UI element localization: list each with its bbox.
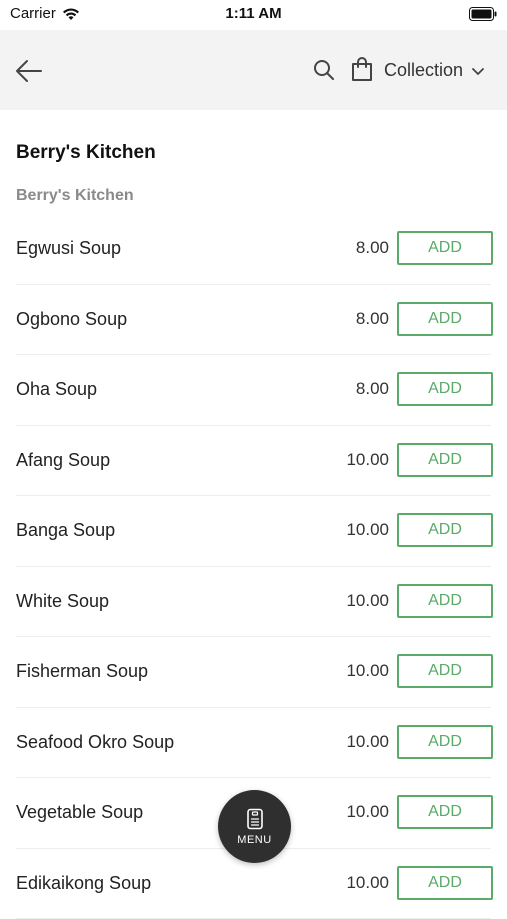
status-bar: Carrier 1:11 AM xyxy=(0,0,507,30)
collection-label: Collection xyxy=(384,60,463,81)
search-button[interactable] xyxy=(312,58,336,82)
add-button[interactable]: ADD xyxy=(397,513,493,547)
menu-item: White Soup 10.00 ADD xyxy=(0,567,507,638)
menu-book-icon xyxy=(246,808,264,830)
battery-icon xyxy=(469,7,497,26)
add-button[interactable]: ADD xyxy=(397,372,493,406)
add-button[interactable]: ADD xyxy=(397,725,493,759)
carrier-label: Carrier xyxy=(10,5,56,22)
wifi-icon xyxy=(62,7,80,21)
search-icon xyxy=(312,58,336,82)
item-name: Egwusi Soup xyxy=(16,238,121,259)
add-button[interactable]: ADD xyxy=(397,302,493,336)
item-name: Banga Soup xyxy=(16,520,115,541)
cart-button[interactable] xyxy=(350,56,374,82)
menu-item: Oha Soup 8.00 ADD xyxy=(0,355,507,426)
item-price: 8.00 xyxy=(356,238,389,258)
status-time: 1:11 AM xyxy=(225,5,281,22)
item-price: 10.00 xyxy=(346,873,389,893)
add-button[interactable]: ADD xyxy=(397,795,493,829)
menu-item: Afang Soup 10.00 ADD xyxy=(0,426,507,497)
menu-item: Seafood Okro Soup 10.00 ADD xyxy=(0,708,507,779)
back-button[interactable] xyxy=(14,56,44,86)
menu-fab-button[interactable]: MENU xyxy=(218,790,291,863)
item-name: Ogbono Soup xyxy=(16,309,127,330)
menu-item: Banga Soup 10.00 ADD xyxy=(0,496,507,567)
add-button[interactable]: ADD xyxy=(397,866,493,900)
item-price: 10.00 xyxy=(346,450,389,470)
menu-fab-label: MENU xyxy=(237,834,271,846)
add-button[interactable]: ADD xyxy=(397,443,493,477)
menu-item: Ogbono Soup 8.00 ADD xyxy=(0,285,507,356)
item-price: 10.00 xyxy=(346,661,389,681)
app-header: Collection xyxy=(0,30,507,110)
add-button[interactable]: ADD xyxy=(397,584,493,618)
menu-item: Egwusi Soup 8.00 ADD xyxy=(0,214,507,285)
item-price: 8.00 xyxy=(356,379,389,399)
shopping-bag-icon xyxy=(350,56,374,82)
add-button[interactable]: ADD xyxy=(397,231,493,265)
item-name: Fisherman Soup xyxy=(16,661,148,682)
item-price: 10.00 xyxy=(346,591,389,611)
item-price: 8.00 xyxy=(356,309,389,329)
back-arrow-icon xyxy=(14,56,44,86)
carrier-info: Carrier xyxy=(10,5,80,22)
add-button[interactable]: ADD xyxy=(397,654,493,688)
item-name: Oha Soup xyxy=(16,379,97,400)
item-name: Afang Soup xyxy=(16,450,110,471)
item-price: 10.00 xyxy=(346,520,389,540)
collection-dropdown[interactable]: Collection xyxy=(384,60,485,81)
menu-item: Fisherman Soup 10.00 ADD xyxy=(0,637,507,708)
store-title: Berry's Kitchen xyxy=(16,142,156,164)
item-name: Edikaikong Soup xyxy=(16,873,151,894)
item-price: 10.00 xyxy=(346,732,389,752)
item-name: Seafood Okro Soup xyxy=(16,732,174,753)
item-name: Vegetable Soup xyxy=(16,802,143,823)
item-price: 10.00 xyxy=(346,802,389,822)
section-title: Berry's Kitchen xyxy=(16,187,134,205)
chevron-down-icon xyxy=(471,66,485,76)
item-name: White Soup xyxy=(16,591,109,612)
